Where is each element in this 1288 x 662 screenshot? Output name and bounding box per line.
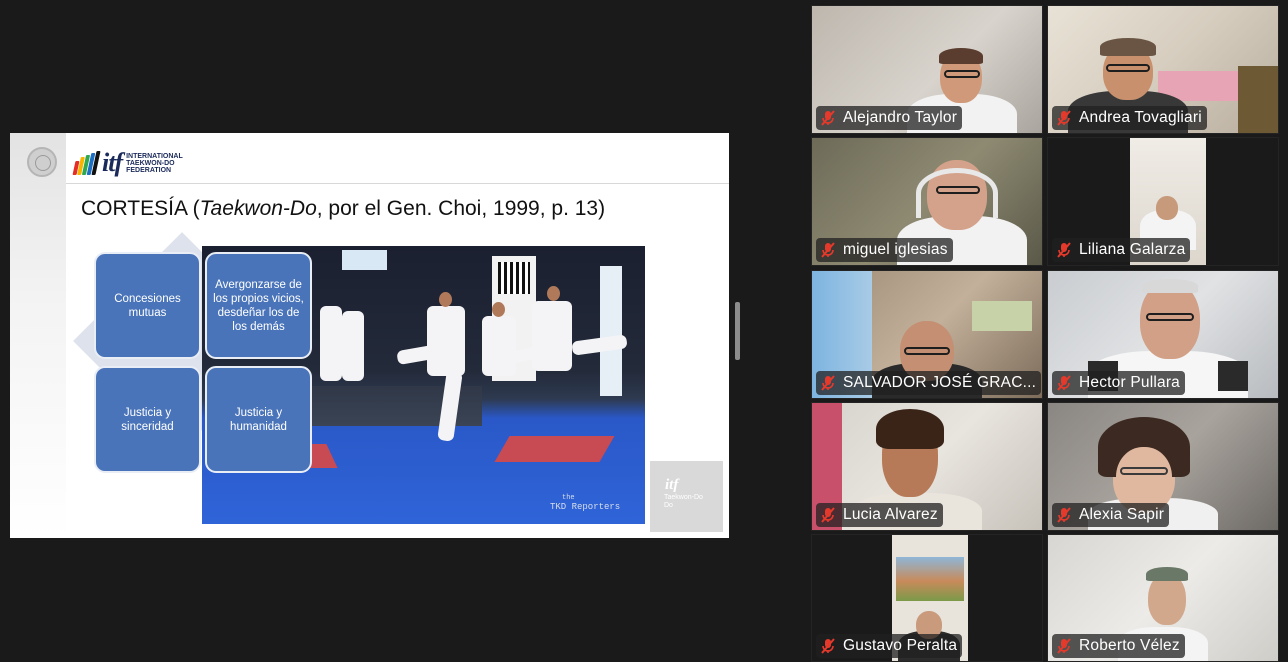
slide-header-divider [66, 183, 729, 184]
participant-tile[interactable]: Roberto Vélez [1047, 534, 1279, 662]
participant-tile[interactable]: Liliana Galarza [1047, 137, 1279, 266]
concept-box-label: Avergonzarse de los propios vicios, desd… [213, 278, 304, 333]
corner-logo-text: Taekwon-Do Do [664, 494, 703, 509]
participant-tile[interactable]: Alexia Sapir [1047, 402, 1279, 531]
participant-name: Alexia Sapir [1079, 506, 1165, 523]
participant-name-tag: miguel iglesias [816, 238, 953, 262]
participant-name: Liliana Galarza [1079, 241, 1186, 258]
itf-logo-stripes-icon [72, 151, 101, 175]
slide-side-band [10, 133, 66, 538]
participant-name: Gustavo Peralta [843, 637, 958, 654]
participant-name-tag: Andrea Tovagliari [1052, 106, 1207, 130]
itf-logo-letters: itf [102, 148, 123, 177]
participant-name: Hector Pullara [1079, 374, 1181, 391]
participant-gallery: Alejandro Taylor Andrea Tovagliari migue… [806, 0, 1288, 662]
itf-logo: itf INTERNATIONAL TAEKWON-DO FEDERATION [72, 148, 183, 178]
participant-name-tag: Roberto Vélez [1052, 634, 1185, 658]
photo-watermark-small: the [562, 494, 575, 502]
participant-name-tag: Alejandro Taylor [816, 106, 963, 130]
participant-tile[interactable]: Andrea Tovagliari [1047, 5, 1279, 134]
concept-box: Justicia y humanidad [205, 366, 312, 473]
mic-muted-icon [821, 507, 835, 523]
concept-box: Avergonzarse de los propios vicios, desd… [205, 252, 312, 359]
mic-muted-icon [821, 242, 835, 258]
participant-name-tag: Hector Pullara [1052, 371, 1186, 395]
mic-muted-icon [821, 110, 835, 126]
shared-screen-area: itf INTERNATIONAL TAEKWON-DO FEDERATION … [0, 0, 806, 662]
participant-tile[interactable]: SALVADOR JOSÉ GRAC... [811, 270, 1043, 399]
participant-name: miguel iglesias [843, 241, 948, 258]
participant-tile[interactable]: Gustavo Peralta [811, 534, 1043, 662]
concept-box-label: Justicia y sinceridad [121, 406, 174, 433]
participant-name: Lucia Alvarez [843, 506, 938, 523]
slide-title-suffix: , por el Gen. Choi, 1999, p. 13) [316, 197, 606, 220]
mic-muted-icon [1057, 375, 1071, 391]
panel-resize-handle[interactable] [735, 302, 740, 360]
photo-watermark: TKD Reporters [550, 502, 621, 512]
participant-tile[interactable]: Alejandro Taylor [811, 5, 1043, 134]
concept-box-label: Concesiones mutuas [114, 292, 181, 319]
concept-box: Concesiones mutuas [94, 252, 201, 359]
participant-tile[interactable]: miguel iglesias [811, 137, 1043, 266]
mic-muted-icon [1057, 638, 1071, 654]
mic-muted-icon [1057, 507, 1071, 523]
corner-logo-mark: itf [665, 477, 679, 493]
participant-name: SALVADOR JOSÉ GRAC... [843, 374, 1037, 391]
concept-box: Justicia y sinceridad [94, 366, 201, 473]
slide-title-prefix: CORTESÍA ( [81, 197, 200, 220]
participant-name: Roberto Vélez [1079, 637, 1180, 654]
mic-muted-icon [1057, 242, 1071, 258]
federation-emblem-icon [27, 147, 57, 177]
concept-box-label: Justicia y humanidad [230, 406, 287, 433]
participant-name-tag: Lucia Alvarez [816, 503, 943, 527]
participant-name-tag: Gustavo Peralta [816, 634, 963, 658]
mic-muted-icon [821, 375, 835, 391]
participant-tile[interactable]: Lucia Alvarez [811, 402, 1043, 531]
participant-name: Alejandro Taylor [843, 109, 958, 126]
participant-name-tag: SALVADOR JOSÉ GRAC... [816, 371, 1042, 395]
slide-title: CORTESÍA (Taekwon-Do, por el Gen. Choi, … [81, 197, 605, 221]
presentation-slide: itf INTERNATIONAL TAEKWON-DO FEDERATION … [10, 133, 729, 538]
participant-tile[interactable]: Hector Pullara [1047, 270, 1279, 399]
participant-name-tag: Alexia Sapir [1052, 503, 1170, 527]
mic-muted-icon [1057, 110, 1071, 126]
participant-name-tag: Liliana Galarza [1052, 238, 1191, 262]
itf-logo-wordmark: INTERNATIONAL TAEKWON-DO FEDERATION [126, 152, 183, 174]
participant-name: Andrea Tovagliari [1079, 109, 1202, 126]
slide-title-emphasis: Taekwon-Do [199, 197, 317, 220]
taekwondo-corner-logo: itf Taekwon-Do Do [650, 461, 723, 532]
mic-muted-icon [821, 638, 835, 654]
